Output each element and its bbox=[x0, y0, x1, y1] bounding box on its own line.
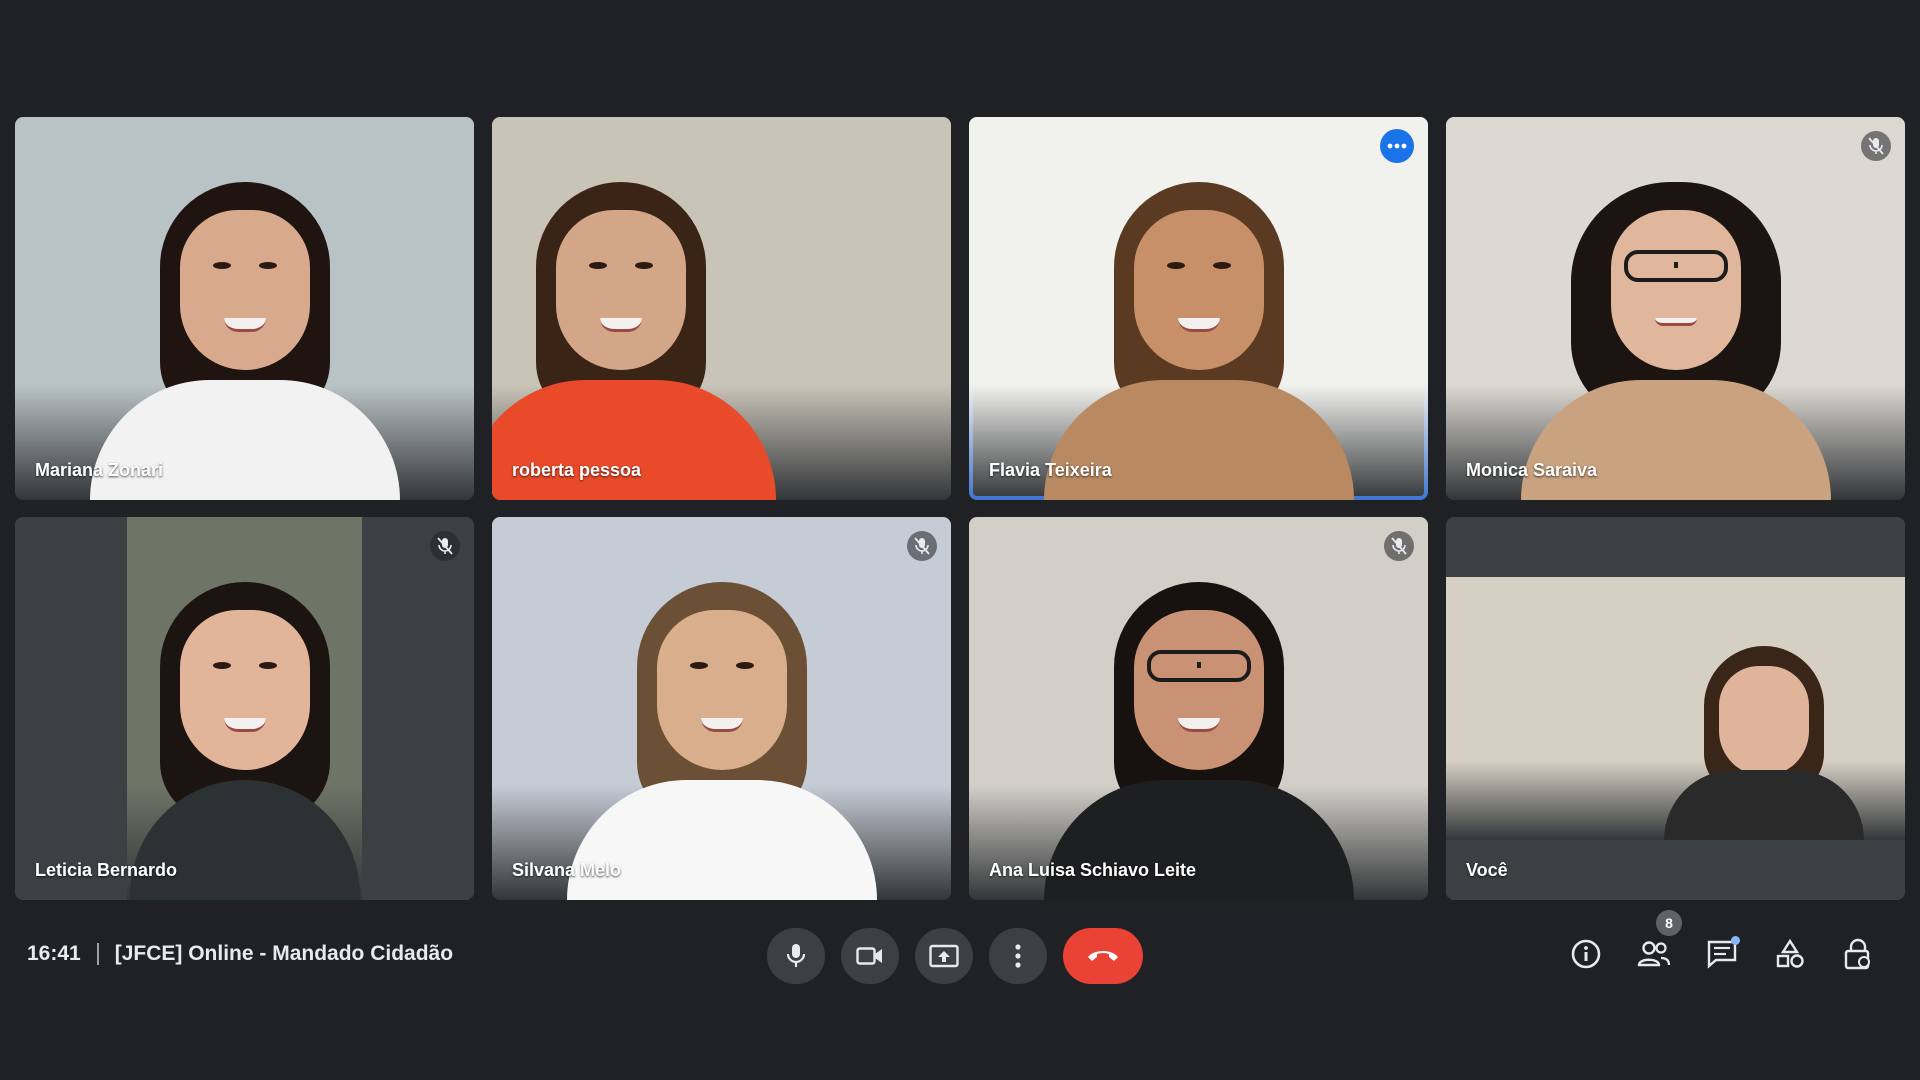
participant-tile[interactable]: roberta pessoa bbox=[492, 117, 951, 500]
info-icon bbox=[1571, 939, 1601, 969]
participant-name: Flavia Teixeira bbox=[989, 460, 1112, 480]
muted-mic-icon bbox=[1384, 531, 1414, 561]
video-feed bbox=[969, 117, 1428, 500]
participants-count-badge: 8 bbox=[1656, 910, 1682, 936]
participant-tile[interactable]: Silvana Melo bbox=[492, 517, 951, 900]
meeting-controls-bar: 16:41 [JFCE] Online - Mandado Cidadão 8 bbox=[0, 910, 1920, 990]
participants-button[interactable]: 8 bbox=[1636, 910, 1682, 972]
meeting-details: 16:41 [JFCE] Online - Mandado Cidadão bbox=[27, 942, 453, 966]
muted-mic-icon bbox=[1861, 131, 1891, 161]
side-actions: 8 bbox=[1568, 910, 1876, 972]
participant-name: Mariana Zonari bbox=[35, 460, 164, 480]
participant-figure bbox=[1039, 170, 1359, 500]
video-feed bbox=[492, 117, 951, 500]
video-feed bbox=[15, 117, 474, 500]
video-feed bbox=[1446, 117, 1905, 500]
microphone-button[interactable] bbox=[767, 928, 825, 984]
divider bbox=[96, 943, 99, 965]
call-controls bbox=[767, 928, 1143, 984]
participant-figure bbox=[492, 170, 781, 500]
chat-unread-dot bbox=[1731, 936, 1740, 945]
people-icon bbox=[1637, 941, 1671, 967]
hang-up-icon bbox=[1088, 951, 1118, 961]
activities-icon bbox=[1776, 938, 1804, 968]
video-feed bbox=[492, 517, 951, 900]
muted-mic-icon bbox=[907, 531, 937, 561]
participant-name: Leticia Bernardo bbox=[35, 860, 178, 880]
participant-tile-active[interactable]: Flavia Teixeira bbox=[969, 117, 1428, 500]
participant-tile-self[interactable]: Você bbox=[1446, 517, 1905, 900]
participant-figure bbox=[127, 570, 362, 900]
present-screen-button[interactable] bbox=[915, 928, 973, 984]
lock-person-icon bbox=[1844, 938, 1870, 970]
participant-figure bbox=[1039, 570, 1359, 900]
more-horizontal-icon bbox=[1387, 143, 1407, 149]
participant-figure bbox=[1654, 640, 1874, 840]
participant-figure bbox=[562, 570, 882, 900]
participant-grid: Mariana Zonari roberta pessoa Flavia Tei… bbox=[15, 117, 1905, 900]
microphone-icon bbox=[786, 944, 806, 967]
video-feed bbox=[127, 517, 362, 900]
chat-button[interactable] bbox=[1704, 936, 1740, 972]
more-options-button[interactable] bbox=[989, 928, 1047, 984]
video-feed bbox=[1446, 577, 1905, 840]
participant-figure bbox=[1516, 170, 1836, 500]
tile-more-options-button[interactable] bbox=[1380, 129, 1414, 163]
more-options-icon bbox=[1015, 944, 1021, 968]
camera-button[interactable] bbox=[841, 928, 899, 984]
participant-figure bbox=[85, 170, 405, 500]
participant-name: Monica Saraiva bbox=[1466, 460, 1598, 480]
participant-name: Ana Luisa Schiavo Leite bbox=[989, 860, 1197, 880]
meeting-details-button[interactable] bbox=[1568, 936, 1604, 972]
participant-name: roberta pessoa bbox=[512, 460, 642, 480]
meeting-title: [JFCE] Online - Mandado Cidadão bbox=[114, 942, 454, 965]
participant-name: Silvana Melo bbox=[512, 860, 622, 880]
leave-call-button[interactable] bbox=[1063, 928, 1143, 984]
participant-tile[interactable]: Ana Luisa Schiavo Leite bbox=[969, 517, 1428, 900]
participant-name: Você bbox=[1466, 860, 1508, 880]
participant-tile[interactable]: Leticia Bernardo bbox=[15, 517, 474, 900]
meeting-time: 16:41 bbox=[27, 942, 81, 965]
muted-mic-icon bbox=[430, 531, 460, 561]
camera-icon bbox=[856, 947, 882, 965]
present-screen-icon bbox=[929, 944, 959, 968]
video-feed bbox=[969, 517, 1428, 900]
participant-tile[interactable]: Monica Saraiva bbox=[1446, 117, 1905, 500]
participant-tile[interactable]: Mariana Zonari bbox=[15, 117, 474, 500]
host-controls-button[interactable] bbox=[1840, 936, 1876, 972]
activities-button[interactable] bbox=[1772, 936, 1808, 972]
